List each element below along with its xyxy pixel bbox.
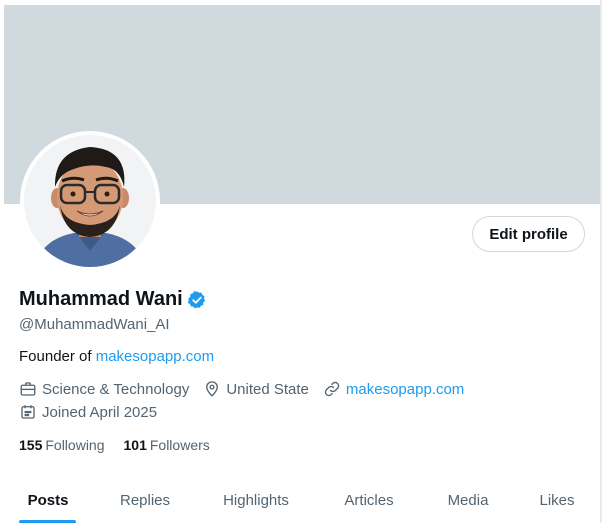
verified-badge-icon[interactable] [187, 290, 207, 310]
following-link[interactable]: 155 Following [19, 437, 105, 453]
profile-name: Muhammad Wani [19, 288, 183, 310]
bio-text: Founder of [19, 348, 96, 365]
location-pin-icon [206, 381, 219, 397]
tab-articles[interactable]: Articles [334, 478, 404, 523]
avatar-frame[interactable] [20, 131, 160, 271]
profile-location: United State [203, 380, 309, 398]
follow-stats: 155 Following 101 Followers [19, 437, 229, 453]
followers-link[interactable]: 101 Followers [124, 437, 210, 453]
edit-profile-button[interactable]: Edit profile [472, 216, 585, 252]
tab-media[interactable]: Media [440, 478, 496, 523]
profile-category: Science & Technology [19, 380, 189, 398]
following-count: 155 [19, 437, 43, 453]
category-label: Science & Technology [42, 380, 190, 398]
bio-link[interactable]: makesopapp.com [96, 348, 214, 365]
tab-replies[interactable]: Replies [113, 478, 177, 523]
briefcase-icon [20, 382, 36, 396]
joined-label: Joined April 2025 [42, 403, 158, 421]
avatar[interactable] [24, 135, 156, 267]
location-label: United State [226, 380, 309, 398]
profile-tabs: Posts Replies Highlights Articles Media … [0, 478, 602, 523]
profile-joined-row: Joined April 2025 [19, 403, 171, 421]
tab-likes[interactable]: Likes [533, 478, 581, 523]
profile-bio: Founder of makesopapp.com [19, 348, 214, 365]
profile-handle: @MuhammadWani_AI [19, 316, 170, 333]
tab-posts[interactable]: Posts [19, 478, 77, 523]
following-label: Following [45, 437, 105, 453]
profile-page: Edit profile Muhammad Wani @MuhammadWani… [0, 0, 602, 523]
profile-meta-row: Science & Technology United State makeso… [19, 380, 478, 398]
profile-joined: Joined April 2025 [19, 403, 157, 421]
profile-website[interactable]: makesopapp.com [323, 380, 464, 398]
followers-label: Followers [149, 437, 210, 453]
profile-name-row: Muhammad Wani [19, 288, 207, 311]
website-link[interactable]: makesopapp.com [346, 381, 464, 398]
link-icon [324, 381, 340, 397]
calendar-icon [21, 405, 35, 419]
tab-highlights[interactable]: Highlights [213, 478, 299, 523]
followers-count: 101 [123, 437, 147, 453]
